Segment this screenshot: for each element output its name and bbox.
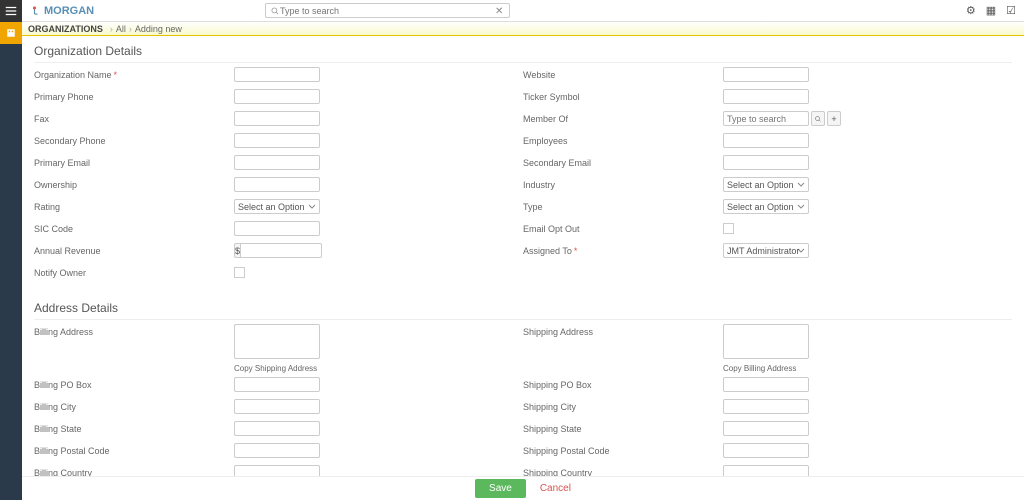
primary-email-input[interactable] [234,155,320,170]
search-icon [270,6,280,16]
calendar-icon[interactable]: ▦ [986,4,996,17]
label-ship-city: Shipping City [523,399,723,412]
global-search[interactable]: ✕ [265,3,510,18]
shipping-city-input[interactable] [723,399,809,414]
label-ship-country: Shipping Country [523,465,723,476]
label-bill-zip: Billing Postal Code [34,443,234,456]
tasks-icon[interactable]: ☑ [1006,4,1016,17]
label-fax: Fax [34,111,234,124]
label-notify: Notify Owner [34,265,234,278]
label-industry: Industry [523,177,723,190]
label-primary-email: Primary Email [34,155,234,168]
member-search-button[interactable] [811,111,825,126]
label-type: Type [523,199,723,212]
copy-billing-link[interactable]: Copy Billing Address [723,364,809,373]
billing-state-input[interactable] [234,421,320,436]
shipping-zip-input[interactable] [723,443,809,458]
sic-input[interactable] [234,221,320,236]
label-ship-zip: Shipping Postal Code [523,443,723,456]
primary-phone-input[interactable] [234,89,320,104]
label-rating: Rating [34,199,234,212]
shipping-state-input[interactable] [723,421,809,436]
secondary-email-input[interactable] [723,155,809,170]
assigned-select[interactable]: JMT Administrator [723,243,809,258]
industry-select[interactable]: Select an Option [723,177,809,192]
secondary-phone-input[interactable] [234,133,320,148]
settings-icon[interactable]: ⚙ [966,4,976,17]
label-primary-phone: Primary Phone [34,89,234,102]
label-org-name: Organization Name [34,70,112,80]
breadcrumb-current: Adding new [135,24,182,34]
ticker-input[interactable] [723,89,809,104]
sidebar-item-organizations[interactable] [0,22,22,44]
fax-input[interactable] [234,111,320,126]
label-secondary-phone: Secondary Phone [34,133,234,146]
billing-city-input[interactable] [234,399,320,414]
rating-select[interactable]: Select an Option [234,199,320,214]
cancel-button[interactable]: Cancel [540,483,571,494]
revenue-input[interactable] [240,243,322,258]
label-sic: SIC Code [34,221,234,234]
label-revenue: Annual Revenue [34,243,234,256]
shipping-po-input[interactable] [723,377,809,392]
billing-zip-input[interactable] [234,443,320,458]
label-member: Member Of [523,111,723,124]
shipping-address-input[interactable] [723,324,809,359]
copy-shipping-link[interactable]: Copy Shipping Address [234,364,320,373]
label-bill-addr: Billing Address [34,324,234,337]
label-employees: Employees [523,133,723,146]
optout-checkbox[interactable] [723,223,734,234]
org-name-input[interactable] [234,67,320,82]
save-button[interactable]: Save [475,479,526,498]
label-ship-state: Shipping State [523,421,723,434]
breadcrumb: ORGANIZATIONS › All › Adding new [22,22,1024,36]
billing-address-input[interactable] [234,324,320,359]
section-address-title: Address Details [34,297,1012,320]
notify-checkbox[interactable] [234,267,245,278]
ownership-input[interactable] [234,177,320,192]
label-ship-po: Shipping PO Box [523,377,723,390]
billing-po-input[interactable] [234,377,320,392]
type-select[interactable]: Select an Option [723,199,809,214]
label-bill-state: Billing State [34,421,234,434]
breadcrumb-all[interactable]: All [116,24,126,34]
menu-button[interactable] [0,0,22,22]
label-ship-addr: Shipping Address [523,324,723,337]
brand-logo: MORGAN [30,5,94,17]
label-optout: Email Opt Out [523,221,723,234]
search-input[interactable] [280,6,495,16]
member-add-button[interactable]: + [827,111,841,126]
shipping-country-input[interactable] [723,465,809,476]
label-website: Website [523,67,723,80]
label-ownership: Ownership [34,177,234,190]
website-input[interactable] [723,67,809,82]
label-ticker: Ticker Symbol [523,89,723,102]
label-bill-po: Billing PO Box [34,377,234,390]
employees-input[interactable] [723,133,809,148]
billing-country-input[interactable] [234,465,320,476]
label-bill-city: Billing City [34,399,234,412]
member-input[interactable] [723,111,809,126]
clear-icon[interactable]: ✕ [495,6,505,16]
section-org-title: Organization Details [34,40,1012,63]
breadcrumb-root[interactable]: ORGANIZATIONS [28,24,103,34]
label-assigned: Assigned To [523,246,572,256]
label-sec-email: Secondary Email [523,155,723,168]
label-bill-country: Billing Country [34,465,234,476]
